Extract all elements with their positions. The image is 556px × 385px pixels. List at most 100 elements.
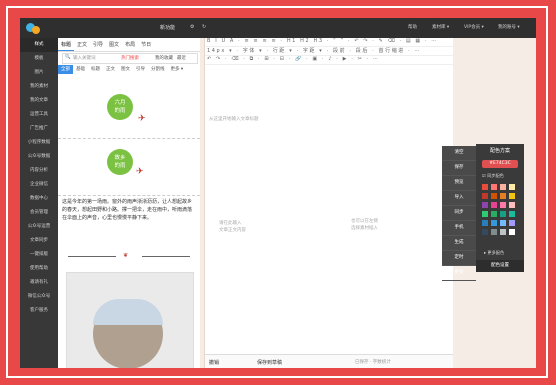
tab-festival[interactable]: 节日 [138,38,154,51]
action-import[interactable]: 导入 [442,191,476,206]
sidebar-item-style[interactable]: 样式 [20,38,58,52]
color-swatch[interactable] [500,202,506,208]
cat-tab-title[interactable]: 标题 [88,65,103,74]
sidebar-item-miniapp-data[interactable]: 小程序数据 [20,136,58,150]
top-link-account[interactable]: 我的账号 ▾ [498,24,520,30]
undo-button[interactable]: 撤销 [209,359,219,366]
cat-tab-more[interactable]: 更多 ▾ [168,65,187,74]
color-swatch[interactable] [491,193,497,199]
sidebar-item-ads[interactable]: 广告推广 [20,122,58,136]
color-swatch[interactable] [491,229,497,235]
color-swatch[interactable] [491,202,497,208]
tab-layout[interactable]: 布局 [122,38,138,51]
placeholder-line: 选择素材插入 [351,226,378,231]
sidebar-item-data-center[interactable]: 数据中心 [20,192,58,206]
color-swatch[interactable] [500,184,506,190]
color-swatch[interactable] [509,211,515,217]
action-generate[interactable]: 生成 [442,236,476,251]
color-swatch[interactable] [509,229,515,235]
color-swatch[interactable] [482,202,488,208]
tab-title[interactable]: 标题 [58,38,75,51]
hex-color-input[interactable]: #E74C3C [482,160,518,168]
color-swatch[interactable] [482,220,488,226]
sidebar-item-account-ops[interactable]: 公众号运营 [20,220,58,234]
sidebar-item-my-articles[interactable]: 我的文章 [20,94,58,108]
cat-tab-all[interactable]: 全部 [58,65,73,74]
gear-icon[interactable]: ⚙ [190,24,194,30]
material-card-photo[interactable] [66,272,194,368]
sidebar-item-wechat[interactable]: 微信公众号 [20,290,58,304]
more-colors-link[interactable]: ▸ 更多配色 [484,250,504,256]
sidebar-item-help[interactable]: 使用帮助 [20,262,58,276]
sidebar-item-invite[interactable]: 邀请有礼 [20,276,58,290]
action-clear[interactable]: 清空 [442,146,476,161]
cat-tab-guide[interactable]: 引导 [133,65,148,74]
sidebar-item-account-data[interactable]: 公众号数据 [20,150,58,164]
action-mobile[interactable]: 手机 [442,221,476,236]
action-panel: 清空 保存 预览 导入 同步 手机 生成 定时 更多 [442,146,476,281]
sidebar-item-ops-tools[interactable]: 运营工具 [20,108,58,122]
title-placeholder[interactable]: 从这里开始输入文章标题 [209,116,259,122]
editor-toolbar-row-1[interactable]: B I U A · ≡ ≡ ≡ ≡ · H1 H2 H3 · “ ” · ↶ ↷… [205,38,453,47]
action-save[interactable]: 保存 [442,161,476,176]
color-swatch[interactable] [509,193,515,199]
material-card-title-2[interactable]: 故乡 的雨 ✈ [58,139,200,196]
save-draft-button[interactable]: 保存到草稿 [257,359,282,366]
cat-tab-basic[interactable]: 基础 [73,65,88,74]
hot-search-link[interactable]: 热门搜索 [121,55,139,61]
sidebar-item-article-sync[interactable]: 文章同步 [20,234,58,248]
sidebar-item-service[interactable]: 客户服务 [20,304,58,318]
top-link-material[interactable]: 素材库 ▾ [432,24,449,30]
sidebar-item-wecom[interactable]: 企业微信 [20,178,58,192]
top-link-help[interactable]: 帮助 [408,24,417,30]
top-link-vip[interactable]: VIP会员 ▾ [464,24,484,30]
favorites-link[interactable]: 我的收藏 [155,55,173,61]
placeholder-line: 也可以在左侧 [351,219,378,224]
bird-icon: ✈ [136,167,144,177]
sync-color-checkbox[interactable]: ☑ 同步配色 [482,173,504,179]
color-swatch[interactable] [509,184,515,190]
action-schedule[interactable]: 定时 [442,251,476,266]
search-input[interactable]: 输入关键词 [73,55,96,61]
action-sync[interactable]: 同步 [442,206,476,221]
editor-canvas[interactable]: 从这里开始输入文章标题 请在此输入 文章正文内容 也可以在左侧 选择素材插入 [205,64,453,354]
color-swatch[interactable] [500,220,506,226]
color-swatch[interactable] [482,211,488,217]
palette-settings-button[interactable]: 配色设置 [476,260,524,272]
photo-sky [93,299,163,325]
cat-tab-divider[interactable]: 分割线 [148,65,168,74]
material-card-divider[interactable]: ❦ [68,252,190,260]
tab-body[interactable]: 正文 [74,38,90,51]
tab-image-text[interactable]: 图文 [106,38,122,51]
editor-toolbar-row-2[interactable]: 14px ▾ · 字体 ▾ · 行距 ▾ · 字距 ▾ · 段前 · 段后 · … [205,47,453,56]
color-swatch[interactable] [500,229,506,235]
color-swatch[interactable] [491,211,497,217]
sidebar-item-my-material[interactable]: 我的素材 [20,80,58,94]
color-swatch[interactable] [482,184,488,190]
sidebar-item-content-analysis[interactable]: 内容分析 [20,164,58,178]
action-more[interactable]: 更多 [442,266,476,281]
cat-tab-image-text[interactable]: 图文 [118,65,133,74]
sidebar-item-members[interactable]: 会员管理 [20,206,58,220]
sidebar-item-image[interactable]: 图片 [20,66,58,80]
refresh-icon[interactable]: ↻ [202,24,206,30]
recent-link[interactable]: 最近 [177,55,186,61]
cat-tab-body[interactable]: 正文 [103,65,118,74]
material-card-title-1[interactable]: 六月 的雨 ✈ [58,76,200,139]
color-swatch[interactable] [491,220,497,226]
sidebar-item-one-click[interactable]: 一键排版 [20,248,58,262]
color-swatch[interactable] [491,184,497,190]
body-placeholder-right[interactable]: 也可以在左侧 选择素材插入 [351,218,378,232]
color-swatch[interactable] [500,211,506,217]
sidebar-item-template[interactable]: 模板 [20,52,58,66]
color-swatch[interactable] [509,220,515,226]
body-placeholder-left[interactable]: 请在此输入 文章正文内容 [219,220,246,234]
tab-guide[interactable]: 引导 [90,38,106,51]
action-preview[interactable]: 预览 [442,176,476,191]
material-card-paragraph[interactable]: 这是今年的第一场雨。窗外的雨声淅淅沥沥，让人想起故乡的春天，想起田野和小路。撑一… [62,198,194,222]
color-swatch[interactable] [500,193,506,199]
color-swatch[interactable] [482,193,488,199]
app-logo[interactable] [24,21,42,35]
color-swatch[interactable] [482,229,488,235]
color-swatch[interactable] [509,202,515,208]
